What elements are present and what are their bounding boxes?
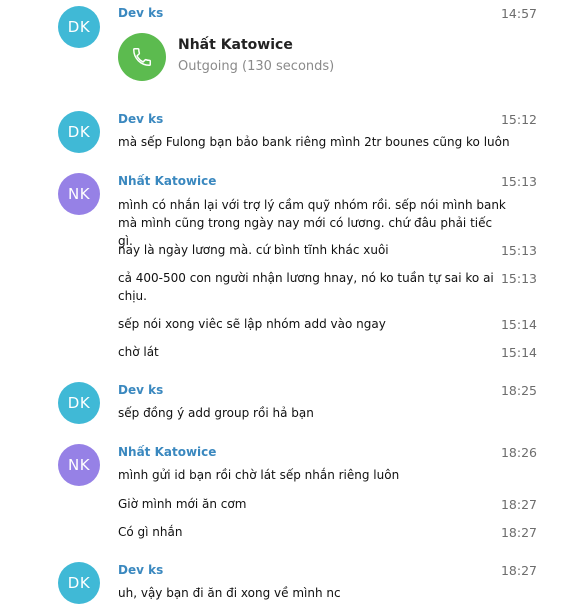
author-name[interactable]: Dev ks (118, 383, 163, 397)
avatar-initials: DK (67, 394, 91, 412)
avatar[interactable]: DK (58, 562, 100, 604)
message-text: Có gì nhắn (118, 525, 183, 539)
message-text: mình gửi id bạn rồi chờ lát sếp nhắn riê… (118, 468, 400, 482)
message-text: nay là ngày lương mà. cứ bình tĩnh khác … (118, 243, 389, 257)
message-text: mà sếp Fulong bạn bảo bank riêng mình 2t… (118, 135, 510, 149)
call-title: Nhất Katowice (178, 37, 293, 53)
author-name[interactable]: Dev ks (118, 6, 163, 20)
avatar[interactable]: DK (58, 382, 100, 424)
avatar-initials: DK (67, 123, 91, 141)
message-text: sếp nói xong viêc sẽ lập nhóm add vào ng… (118, 317, 386, 331)
message-time: 15:13 (500, 271, 537, 286)
avatar-initials: DK (67, 574, 91, 592)
message-time: 15:13 (500, 174, 537, 189)
message-time: 15:12 (500, 112, 537, 127)
avatar[interactable]: DK (58, 6, 100, 48)
message-text: uh, vậy bạn đi ăn đi xong về mình nc (118, 586, 341, 600)
author-name[interactable]: Nhất Katowice (118, 174, 216, 188)
call-button[interactable] (118, 33, 166, 81)
message-text: chờ lát (118, 345, 159, 359)
message-time: 18:26 (500, 445, 537, 460)
avatar-initials: DK (67, 18, 91, 36)
message-time: 18:25 (500, 383, 537, 398)
message-text: cả 400-500 con người nhận lương hnay, nó… (118, 271, 494, 303)
message-text: sếp đồng ý add group rồi hả bạn (118, 406, 314, 420)
avatar[interactable]: NK (58, 444, 100, 486)
message-time: 18:27 (500, 563, 537, 578)
avatar[interactable]: NK (58, 173, 100, 215)
message-time: 14:57 (500, 6, 537, 21)
author-name[interactable]: Nhất Katowice (118, 445, 216, 459)
message-text: Giờ mình mới ăn cơm (118, 497, 247, 511)
author-name[interactable]: Dev ks (118, 112, 163, 126)
author-name[interactable]: Dev ks (118, 563, 163, 577)
avatar-initials: NK (67, 185, 91, 203)
avatar-initials: NK (67, 456, 91, 474)
phone-icon (133, 48, 151, 66)
avatar[interactable]: DK (58, 111, 100, 153)
call-status: Outgoing (130 seconds) (178, 59, 335, 74)
